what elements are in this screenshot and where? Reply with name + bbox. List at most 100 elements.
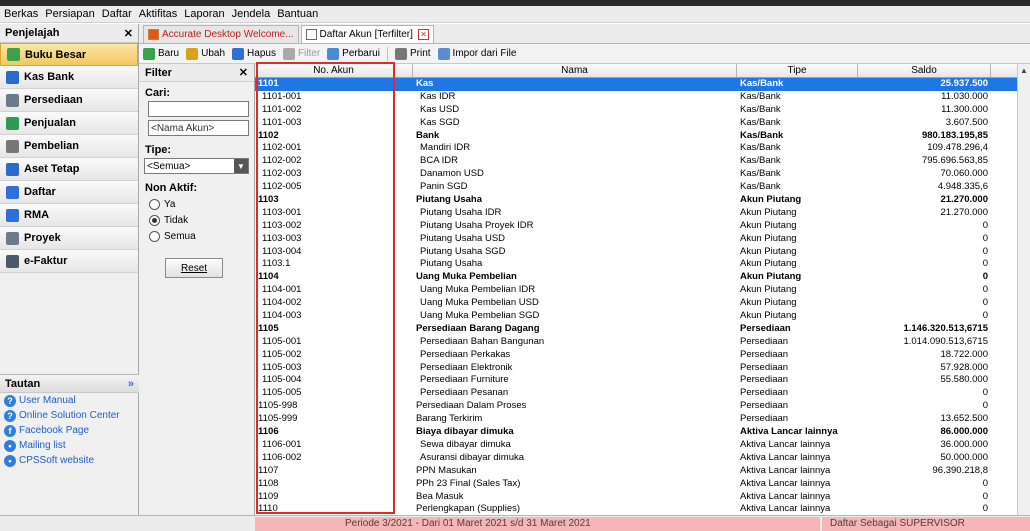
chevron-collapse-icon[interactable]: » [128, 378, 134, 390]
impor-dari-file-button[interactable]: Impor dari File [437, 47, 517, 60]
table-row[interactable]: 1105-002 Persediaan Perkakas Persediaan 18.… [255, 349, 1017, 362]
table-row[interactable]: 1102 Bank Kas/Bank 980.183.195,85 [255, 130, 1017, 143]
menu-item-daftar[interactable]: Daftar [102, 8, 132, 20]
table-row[interactable]: 1101 Kas Kas/Bank 25.937.500 [255, 78, 1017, 91]
tautan-link[interactable]: • CPSSoft website [0, 453, 139, 468]
table-row[interactable]: 1108 PPh 23 Final (Sales Tax) Aktiva Lanca… [255, 478, 1017, 491]
table-row[interactable]: 1102-002 BCA IDR Kas/Bank 795.696.563,85 [255, 155, 1017, 168]
tautan-link[interactable]: f Facebook Page [0, 423, 139, 438]
menu-item-jendela[interactable]: Jendela [232, 8, 271, 20]
menu-item-bantuan[interactable]: Bantuan [277, 8, 318, 20]
menu-item-berkas[interactable]: Berkas [4, 8, 38, 20]
table-row[interactable]: 1109 Bea Masuk Aktiva Lancar lainnya 0 [255, 491, 1017, 504]
table-row[interactable]: 1102-001 Mandiri IDR Kas/Bank 109.478.296,4 [255, 142, 1017, 155]
table-row[interactable]: 1105-005 Persediaan Pesanan Persediaan 0 [255, 387, 1017, 400]
table-row[interactable]: 1101-002 Kas USD Kas/Bank 11.300.000 [255, 104, 1017, 117]
table-row[interactable]: 1103-002 Piutang Usaha Proyek IDR Akun Piu… [255, 220, 1017, 233]
table-row[interactable]: 1106-001 Sewa dibayar dimuka Aktiva Lancar… [255, 439, 1017, 452]
chevron-down-icon[interactable]: ▼ [234, 159, 248, 173]
nonaktif-radio-tidak[interactable]: Tidak [149, 212, 254, 228]
radio-button-icon[interactable] [149, 214, 160, 226]
sidebar-item-rma[interactable]: RMA [0, 204, 138, 227]
table-row[interactable]: 1103-004 Piutang Usaha SGD Akun Piutang 0 [255, 246, 1017, 259]
toolbar: Baru Ubah Hapus Filter Perbarui Print Impor da… [139, 44, 1030, 64]
table-row[interactable]: 1104 Uang Muka Pembelian Akun Piutang 0 [255, 271, 1017, 284]
close-icon[interactable]: ✕ [239, 66, 248, 79]
sidebar-item-label: Persediaan [24, 94, 83, 106]
table-row[interactable]: 1104-003 Uang Muka Pembelian SGD Akun Piut… [255, 310, 1017, 323]
close-tab-icon[interactable]: ✕ [417, 29, 429, 40]
tautan-link[interactable]: ? Online Solution Center [0, 408, 139, 423]
account-number-cell: 1110 [258, 503, 278, 515]
sidebar-item-proyek[interactable]: Proyek [0, 227, 138, 250]
toolbar-label: Impor dari File [452, 48, 517, 59]
table-row[interactable]: 1105-003 Persediaan Elektronik Persediaan 5… [255, 362, 1017, 375]
close-icon[interactable]: ✕ [124, 27, 133, 40]
menu-item-aktifitas[interactable]: Aktifitas [139, 8, 178, 20]
sidebar-item-e-faktur[interactable]: e-Faktur [0, 250, 138, 273]
balance-cell: 0 [982, 258, 988, 270]
tab-welcome[interactable]: Accurate Desktop Welcome... [143, 25, 299, 43]
tautan-header[interactable]: Tautan » [0, 374, 139, 393]
balance-cell: 0 [982, 232, 988, 244]
table-row[interactable]: 1101-001 Kas IDR Kas/Bank 11.030.000 [255, 91, 1017, 104]
tautan-link[interactable]: ? User Manual [0, 393, 139, 408]
table-row[interactable]: 1107 PPN Masukan Aktiva Lancar lainnya 96.3… [255, 465, 1017, 478]
table-row[interactable]: 1103 Piutang Usaha Akun Piutang 21.270.000 [255, 194, 1017, 207]
cari-label: Cari: [145, 87, 171, 99]
table-row[interactable]: 1105 Persediaan Barang Dagang Persediaan 1.… [255, 323, 1017, 336]
nama-akun-input[interactable]: <Nama Akun> [148, 120, 249, 136]
table-row[interactable]: 1105-998 Persediaan Dalam Proses Persediaa… [255, 400, 1017, 413]
nonaktif-radio-semua[interactable]: Semua [149, 228, 254, 244]
tautan-title: Tautan [5, 377, 41, 390]
tautan-link[interactable]: • Mailing list [0, 438, 139, 453]
table-row[interactable]: 1106-002 Asuransi dibayar dimuka Aktiva La… [255, 452, 1017, 465]
sidebar-item-persediaan[interactable]: Persediaan [0, 89, 138, 112]
scroll-up-icon[interactable]: ▲ [1018, 64, 1030, 77]
search-input[interactable] [148, 101, 249, 117]
table-row[interactable]: 1104-001 Uang Muka Pembelian IDR Akun Piut… [255, 284, 1017, 297]
sidebar-item-buku-besar[interactable]: Buku Besar [0, 43, 138, 66]
nonaktif-radio-ya[interactable]: Ya [149, 196, 254, 212]
account-number-cell: 1101-003 [262, 116, 302, 128]
radio-button-icon[interactable] [149, 198, 160, 210]
table-row[interactable]: 1102-005 Panin SGD Kas/Bank 4.948.335,6 [255, 181, 1017, 194]
menu-item-laporan[interactable]: Laporan [184, 8, 224, 20]
account-name-cell: Asuransi dibayar dimuka [420, 451, 525, 463]
hapus-button[interactable]: Hapus [232, 47, 276, 60]
sidebar-item-daftar[interactable]: Daftar [0, 181, 138, 204]
menu-item-persiapan[interactable]: Persiapan [45, 8, 95, 20]
filter-button[interactable]: Filter [282, 47, 320, 60]
column-header-tipe[interactable]: Tipe [737, 64, 858, 77]
print-button[interactable]: Print [394, 47, 431, 60]
column-header-nama[interactable]: Nama [413, 64, 737, 77]
table-row[interactable]: 1105-999 Barang Terkirim Persediaan 13.652.… [255, 413, 1017, 426]
table-row[interactable]: 1106 Biaya dibayar dimuka Aktiva Lancar la… [255, 426, 1017, 439]
table-row[interactable]: 1103-003 Piutang Usaha USD Akun Piutang 0 [255, 233, 1017, 246]
baru-button[interactable]: Baru [143, 47, 179, 60]
vertical-scrollbar[interactable]: ▲ [1017, 64, 1030, 515]
table-row[interactable]: 1110 Perlengkapan (Supplies) Aktiva Lancar… [255, 503, 1017, 515]
sidebar-item-penjualan[interactable]: Penjualan [0, 112, 138, 135]
account-number-cell: 1109 [258, 490, 279, 502]
table-row[interactable]: 1103.1 Piutang Usaha Akun Piutang 0 [255, 258, 1017, 271]
table-row[interactable]: 1103-001 Piutang Usaha IDR Akun Piutang 21.… [255, 207, 1017, 220]
account-name-cell: Piutang Usaha Proyek IDR [420, 219, 534, 231]
sidebar-item-kas-bank[interactable]: Kas Bank [0, 66, 138, 89]
tab-daftar-akun[interactable]: Daftar Akun [Terfilter] ✕ [300, 25, 434, 43]
column-header-saldo[interactable]: Saldo [858, 64, 991, 77]
reset-button[interactable]: Reset [165, 258, 223, 278]
ubah-button[interactable]: Ubah [186, 47, 225, 60]
table-row[interactable]: 1104-002 Uang Muka Pembelian USD Akun Piut… [255, 297, 1017, 310]
table-row[interactable]: 1105-004 Persediaan Furniture Persediaan 55… [255, 374, 1017, 387]
table-row[interactable]: 1101-003 Kas SGD Kas/Bank 3.607.500 [255, 117, 1017, 130]
radio-button-icon[interactable] [149, 230, 160, 242]
table-row[interactable]: 1102-003 Danamon USD Kas/Bank 70.060.000 [255, 168, 1017, 181]
table-icon [305, 29, 317, 40]
sidebar-item-pembelian[interactable]: Pembelian [0, 135, 138, 158]
table-row[interactable]: 1105-001 Persediaan Bahan Bangunan Persedi… [255, 336, 1017, 349]
column-header-no-akun[interactable]: No. Akun [255, 64, 413, 77]
sidebar-item-aset-tetap[interactable]: Aset Tetap [0, 158, 138, 181]
tipe-select[interactable]: <Semua> ▼ [144, 158, 249, 174]
perbarui-button[interactable]: Perbarui [327, 47, 380, 60]
